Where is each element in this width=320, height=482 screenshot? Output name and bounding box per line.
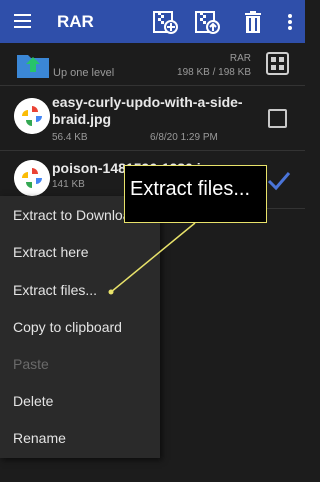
menu-item-extract-here[interactable]: Extract here (13, 244, 88, 260)
archive-extract-icon[interactable] (194, 9, 220, 35)
up-one-level-row[interactable]: Up one level RAR 198 KB / 198 KB (0, 43, 305, 86)
archive-add-icon[interactable] (152, 9, 178, 35)
callout-text: Extract files... (130, 178, 251, 200)
callout-tooltip: Extract files... (124, 165, 267, 223)
archive-type: RAR (229, 53, 251, 64)
checked-icon[interactable] (266, 170, 291, 192)
menu-item-paste: Paste (13, 356, 49, 372)
file-size: 56.4 KB (52, 132, 88, 143)
image-file-icon (14, 98, 50, 134)
folder-up-icon (16, 51, 50, 79)
file-date: 6/8/20 1:29 PM (150, 132, 218, 143)
file-checkbox[interactable] (268, 109, 287, 128)
up-one-level-label: Up one level (53, 67, 115, 79)
file-name: easy-curly-updo-with-a-side-braid.jpg (52, 94, 243, 127)
menu-icon[interactable] (14, 14, 31, 28)
grid-view-icon[interactable] (266, 52, 289, 75)
file-size: 141 KB (52, 179, 85, 190)
menu-item-delete[interactable]: Delete (13, 393, 53, 409)
menu-item-extract-files[interactable]: Extract files... (13, 282, 97, 298)
context-menu: Extract to Download Extract here Extract… (0, 196, 160, 458)
image-file-icon (14, 160, 50, 196)
menu-item-extract-to-download[interactable]: Extract to Download (13, 207, 138, 223)
app-bar: RAR (0, 0, 305, 43)
file-row[interactable]: easy-curly-updo-with-a-side-braid.jpg 56… (0, 86, 305, 151)
menu-item-rename[interactable]: Rename (13, 430, 66, 446)
app-title: RAR (57, 12, 94, 31)
archive-size: 198 KB / 198 KB (177, 67, 251, 78)
menu-item-copy-to-clipboard[interactable]: Copy to clipboard (13, 319, 122, 335)
more-vert-icon[interactable] (277, 9, 297, 35)
trash-icon[interactable] (240, 9, 266, 35)
